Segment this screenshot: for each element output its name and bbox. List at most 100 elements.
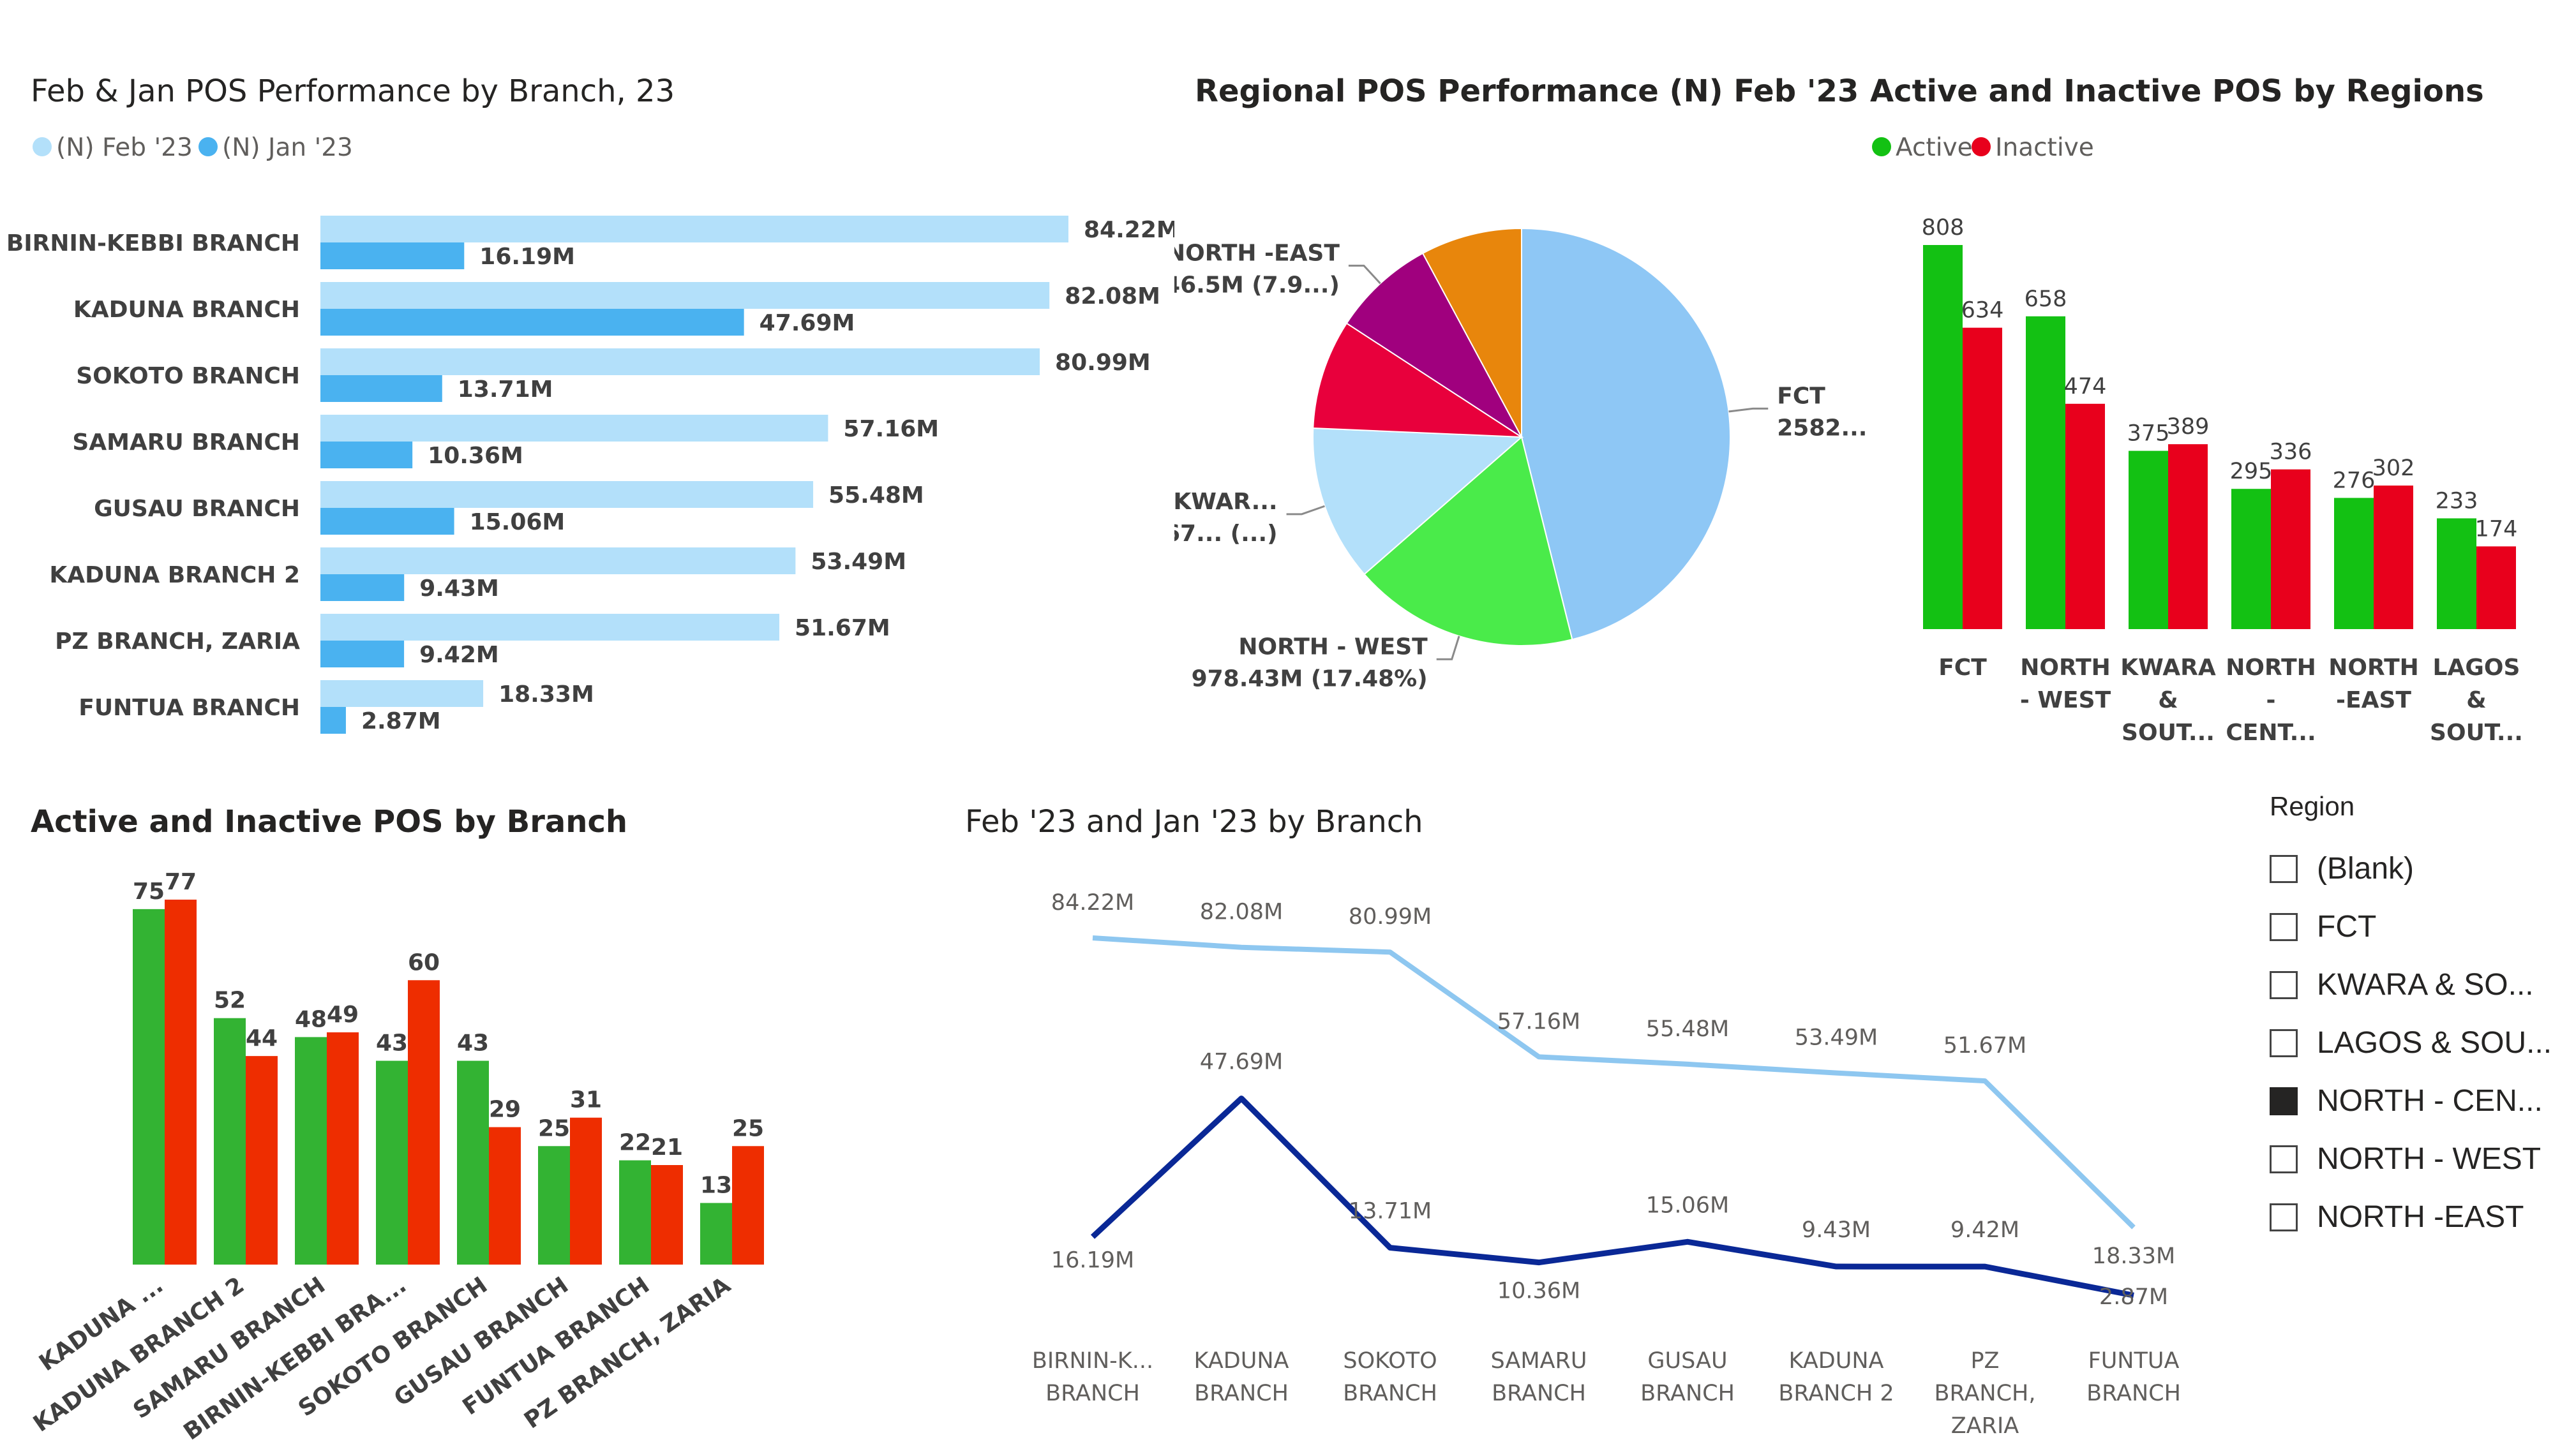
- bar-jan[interactable]: [320, 442, 413, 468]
- bar-inactive[interactable]: [489, 1127, 521, 1265]
- bar-active[interactable]: [214, 1018, 246, 1265]
- bar-inactive[interactable]: [1963, 327, 2002, 629]
- data-label: 634: [1961, 298, 2004, 323]
- data-label: 82.08M: [1200, 900, 1283, 925]
- slicer-checkbox[interactable]: [2270, 1029, 2298, 1057]
- category-label: BRANCH: [1343, 1381, 1437, 1406]
- slice-value: 978.43M (17.48%): [1192, 665, 1428, 692]
- data-label: 174: [2475, 516, 2518, 542]
- bar-inactive[interactable]: [408, 980, 440, 1265]
- bar-jan[interactable]: [320, 375, 442, 402]
- bar-active[interactable]: [1923, 245, 1963, 629]
- bar-feb[interactable]: [320, 481, 814, 508]
- bar-inactive[interactable]: [2065, 403, 2105, 629]
- legend-label-active[interactable]: Active: [1896, 133, 1973, 162]
- chart-title: Regional POS Performance (N) Feb '23: [1195, 73, 1859, 109]
- bar-inactive[interactable]: [651, 1165, 683, 1265]
- bar-inactive[interactable]: [2374, 485, 2413, 629]
- bar-active[interactable]: [457, 1060, 489, 1265]
- bar-jan[interactable]: [320, 508, 454, 535]
- bar-active[interactable]: [2334, 498, 2374, 629]
- bar-active[interactable]: [538, 1146, 570, 1265]
- slicer-item[interactable]: (Blank): [2270, 840, 2550, 898]
- data-label: 13: [700, 1172, 732, 1198]
- bar-active[interactable]: [700, 1203, 732, 1265]
- bar-inactive[interactable]: [2271, 469, 2310, 629]
- bar-inactive[interactable]: [570, 1117, 602, 1265]
- bar-active[interactable]: [2026, 316, 2065, 629]
- slice-label: NORTH -EAST: [1174, 240, 1340, 266]
- data-label: 44: [246, 1025, 278, 1051]
- slicer-items: (Blank) FCT KWARA & SO... LAGOS & SOU... NOR…: [2270, 840, 2552, 1246]
- slice-value: 446.5M (7.9...): [1174, 272, 1340, 298]
- chart-title: Active and Inactive POS by Regions: [1870, 73, 2484, 109]
- bar-jan[interactable]: [320, 242, 465, 269]
- bar-jan[interactable]: [320, 641, 405, 667]
- slicer-item[interactable]: KWARA & SO...: [2270, 956, 2550, 1014]
- bars[interactable]: 75 77KADUNA ...5244KADUNA BRANCH 248 49SAM…: [29, 869, 764, 1446]
- slicer-checkbox[interactable]: [2270, 854, 2298, 883]
- bar-active[interactable]: [2231, 489, 2271, 629]
- bar-active[interactable]: [376, 1060, 408, 1265]
- category-label: KADUNA: [1194, 1348, 1289, 1374]
- legend-label-feb[interactable]: (N) Feb '23: [56, 133, 193, 162]
- slicer-item[interactable]: FCT: [2270, 898, 2550, 956]
- bar-inactive[interactable]: [327, 1032, 359, 1265]
- bars[interactable]: BIRNIN-KEBBI BRANCH 84.22M 16.19M KADUNA BR…: [6, 216, 1174, 734]
- slicer-checkbox[interactable]: [2270, 1087, 2298, 1115]
- data-label: 75: [133, 879, 165, 905]
- bar-feb[interactable]: [320, 614, 780, 641]
- line-jan[interactable]: [1090, 1096, 2134, 1298]
- category-label: KADUNA BRANCH 2: [49, 562, 300, 588]
- data-label: 302: [2372, 456, 2415, 481]
- slicer-item[interactable]: NORTH - WEST: [2270, 1130, 2550, 1188]
- bar-active[interactable]: [2129, 450, 2168, 629]
- slicer-checkbox[interactable]: [2270, 970, 2298, 999]
- bar-feb[interactable]: [320, 282, 1050, 309]
- line-feb[interactable]: [1092, 935, 2136, 1229]
- bar-active[interactable]: [133, 909, 165, 1265]
- branch-performance-bar-chart: Feb & Jan POS Performance by Branch, 23 …: [6, 73, 1174, 734]
- bar-feb[interactable]: [320, 348, 1040, 375]
- data-label: 60: [408, 949, 440, 976]
- data-label: 2.87M: [361, 708, 441, 734]
- category-label: BRANCH: [1640, 1381, 1735, 1406]
- category-label: KADUNA: [1789, 1348, 1884, 1374]
- category-label: &: [2466, 687, 2486, 713]
- bar-feb[interactable]: [320, 216, 1068, 242]
- data-label: 84.22M: [1084, 217, 1174, 243]
- lines[interactable]: 84.22M 82.08M 80.99M 57.16M 55.48M 53.49M 51.6…: [1032, 890, 2181, 1439]
- data-label: 9.42M: [1950, 1217, 2019, 1243]
- category-label: BRANCH 2: [1778, 1381, 1894, 1406]
- data-label: 10.36M: [1497, 1279, 1580, 1304]
- slicer-checkbox[interactable]: [2270, 912, 2298, 941]
- legend-label-inactive[interactable]: Inactive: [1995, 133, 2094, 162]
- bar-jan[interactable]: [320, 309, 744, 336]
- bar-active[interactable]: [619, 1160, 651, 1265]
- slicer-item[interactable]: NORTH -EAST: [2270, 1188, 2550, 1246]
- category-label: SOKOTO: [1343, 1348, 1437, 1374]
- bar-jan[interactable]: [320, 574, 405, 601]
- slicer-item[interactable]: LAGOS & SOU...: [2270, 1014, 2552, 1072]
- bar-inactive[interactable]: [2168, 444, 2208, 629]
- data-label: 375: [2127, 421, 2170, 447]
- slicer-checkbox[interactable]: [2270, 1145, 2298, 1173]
- bar-active[interactable]: [295, 1037, 327, 1265]
- bar-jan[interactable]: [320, 707, 346, 734]
- bar-inactive[interactable]: [2476, 546, 2516, 629]
- category-label: BIRNIN-K...: [1032, 1348, 1153, 1374]
- bars[interactable]: 808 634 FCT 658 474 NORTH - WEST 375389 KWARA & SO…: [1922, 215, 2523, 746]
- slicer-checkbox[interactable]: [2270, 1203, 2298, 1231]
- bar-inactive[interactable]: [732, 1146, 764, 1265]
- bar-feb[interactable]: [320, 680, 484, 707]
- bar-active[interactable]: [2437, 518, 2476, 629]
- bar-feb[interactable]: [320, 547, 796, 574]
- leader-line: [1728, 407, 1769, 413]
- slicer-item-label: NORTH -EAST: [2317, 1200, 2524, 1234]
- legend-label-jan[interactable]: (N) Jan '23: [222, 133, 353, 162]
- pie-slices[interactable]: FCT 2582... (46...) NORTH - WEST 978.43M (1…: [1174, 227, 1870, 692]
- bar-inactive[interactable]: [165, 900, 197, 1265]
- slicer-item[interactable]: NORTH - CEN...: [2270, 1072, 2550, 1130]
- bar-inactive[interactable]: [246, 1056, 278, 1265]
- bar-feb[interactable]: [320, 415, 828, 442]
